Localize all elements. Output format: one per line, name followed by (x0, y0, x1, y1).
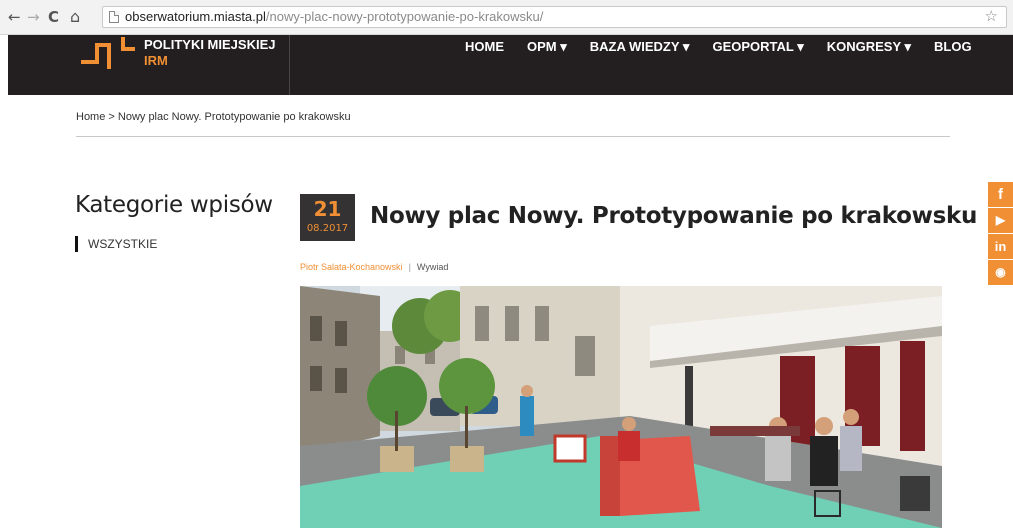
youtube-icon[interactable]: ▶ (988, 208, 1013, 233)
bookmark-star-icon[interactable]: ☆ (985, 8, 998, 26)
home-button[interactable]: ⌂ (70, 9, 80, 25)
menu-item-opm[interactable]: OPM ▾ (527, 39, 567, 55)
logo-text[interactable]: POLITYKI MIEJSKIEJ IRM (144, 37, 275, 69)
post-photo (300, 286, 942, 528)
header-divider (289, 35, 290, 95)
social-bar: f ▶ in ◉ (988, 182, 1013, 286)
post-date-badge: 21 08.2017 (300, 194, 355, 241)
reload-button[interactable]: C (48, 9, 59, 25)
menu-item-geoportal[interactable]: GEOPORTAL ▾ (712, 39, 803, 55)
post-day: 21 (313, 197, 342, 221)
breadcrumb[interactable]: Home > Nowy plac Nowy. Prototypowanie po… (76, 111, 351, 123)
rss-icon[interactable]: ◉ (988, 260, 1013, 285)
post-author-link[interactable]: Piotr Salata-Kochanowski (300, 262, 403, 272)
menu-item-home[interactable]: HOME (465, 39, 504, 55)
post-meta: Piotr Salata-Kochanowski | Wywiad (300, 262, 448, 272)
menu-item-kongresy[interactable]: KONGRESY ▾ (827, 39, 911, 55)
sidebar-title: Kategorie wpisów (75, 192, 273, 218)
browser-toolbar: ← → C ⌂ obserwatorium.miasta.pl/nowy-pla… (0, 0, 1013, 35)
logo-line2: IRM (144, 53, 168, 68)
post-title: Nowy plac Nowy. Prototypowanie po krakow… (370, 203, 978, 229)
page-icon (109, 11, 119, 23)
linkedin-icon[interactable]: in (988, 234, 1013, 259)
post-category-link[interactable]: Wywiad (417, 262, 448, 272)
post-month-year: 08.2017 (306, 223, 349, 234)
url-path: /nowy-plac-nowy-prototypowanie-po-krakow… (265, 9, 544, 24)
back-button[interactable]: ← (8, 9, 21, 25)
logo-icon[interactable] (79, 37, 135, 71)
menu-item-blog[interactable]: BLOG (934, 39, 972, 55)
address-bar[interactable]: obserwatorium.miasta.pl/nowy-plac-nowy-p… (102, 6, 1007, 28)
main-menu: HOME OPM ▾ BAZA WIEDZY ▾ GEOPORTAL ▾ KON… (465, 39, 995, 55)
category-item-wszystkie[interactable]: WSZYSTKIE (75, 236, 157, 252)
site-header: POLITYKI MIEJSKIEJ IRM HOME OPM ▾ BAZA W… (8, 35, 1013, 95)
breadcrumb-divider (76, 136, 950, 137)
menu-item-baza-wiedzy[interactable]: BAZA WIEDZY ▾ (590, 39, 690, 55)
facebook-icon[interactable]: f (988, 182, 1013, 207)
forward-button[interactable]: → (27, 9, 40, 25)
url-domain: obserwatorium.miasta.pl (125, 9, 266, 24)
logo-line1: POLITYKI MIEJSKIEJ (144, 37, 276, 52)
meta-separator: | (408, 262, 411, 272)
